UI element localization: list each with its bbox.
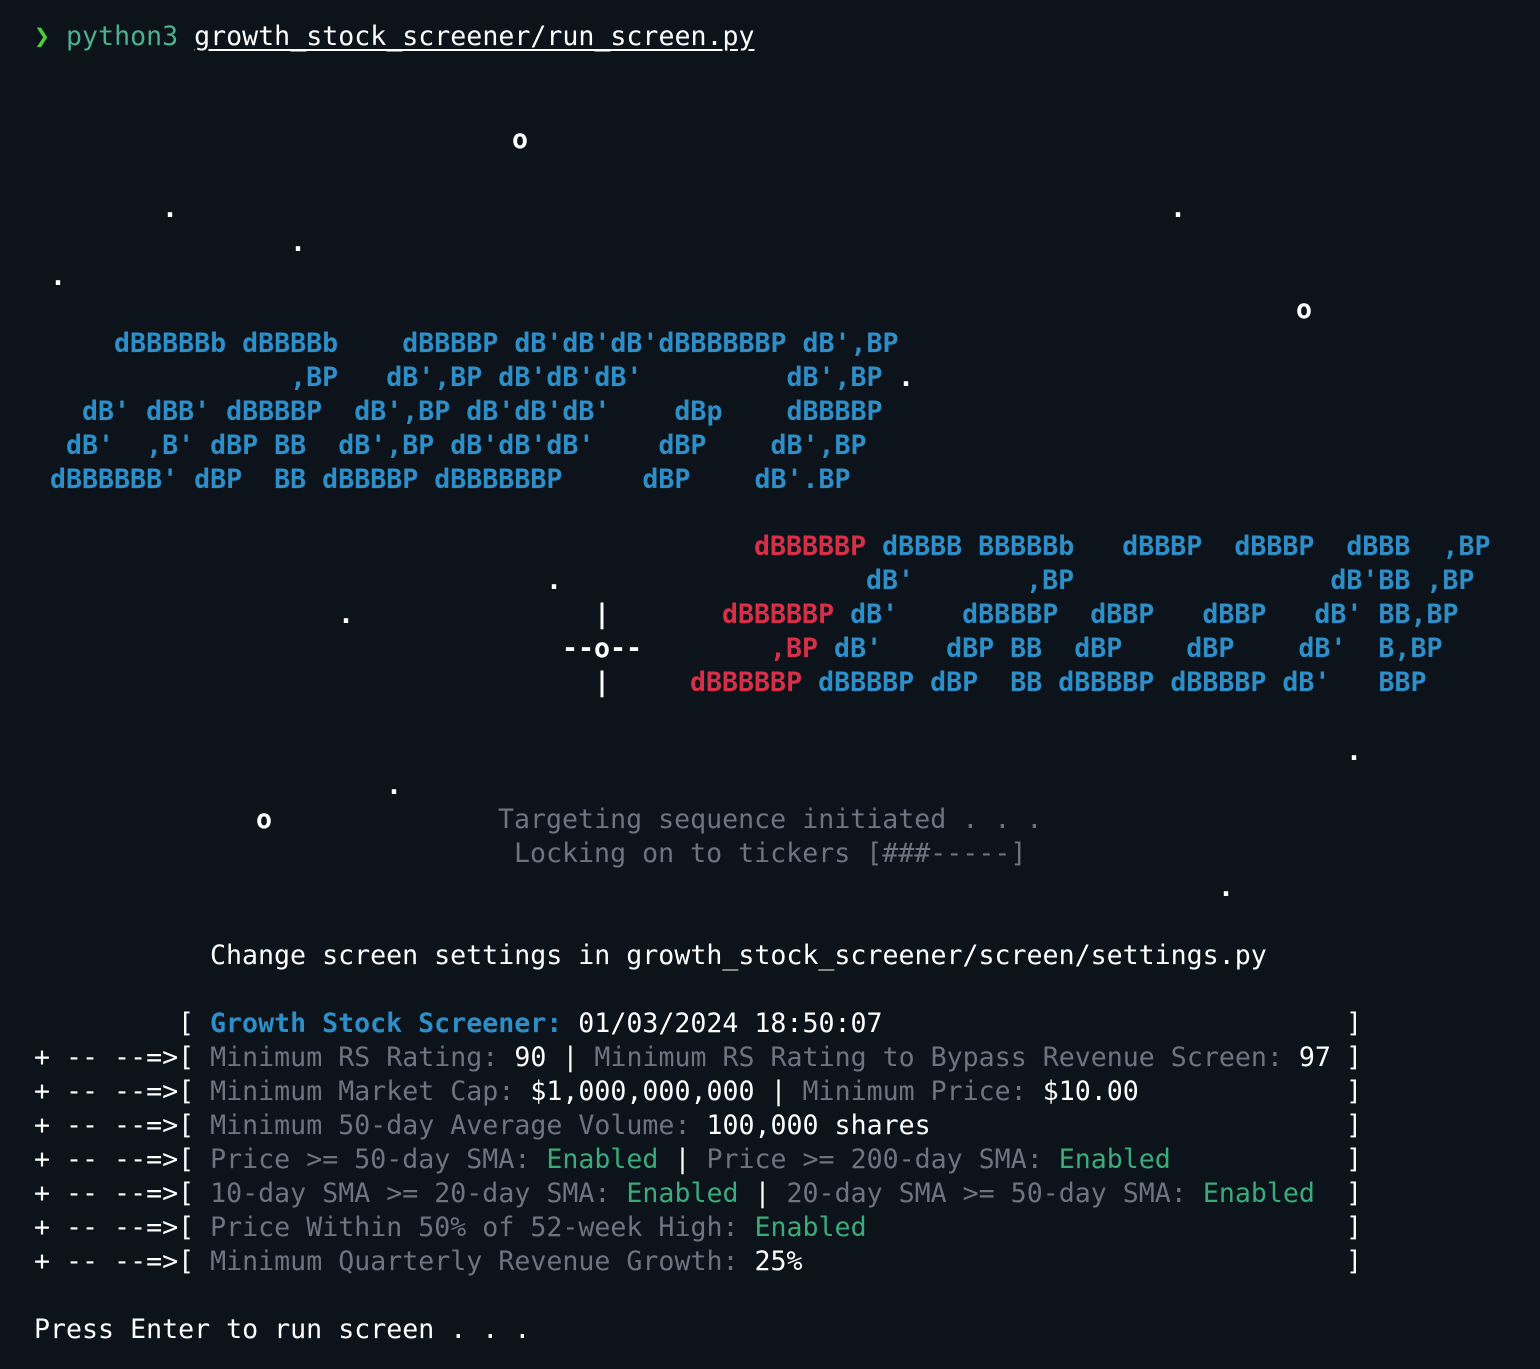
settings-row: + -- --=>[ Price >= 50-day SMA: Enabled … [34,1143,1171,1177]
settings-row: + -- --=>[ Minimum Quarterly Revenue Gro… [34,1245,803,1279]
screener-art-blue: dBBBBP dBP BB dBBBBP dBBBBP dB' BBP [802,667,1427,698]
row-arrow-prefix: + -- --=>[ [34,1042,211,1073]
row-arrow-prefix: + -- --=>[ [34,1246,211,1277]
setting-label: Minimum 50-day Average Volume: [210,1110,707,1141]
screener-art-red: dBBBBBP [722,599,835,630]
setting-label: Minimum Price: [802,1076,1043,1107]
screener-art-line: dBBBBBP dBBBB BBBBBb dBBBP dBBBP dBBB ,B… [754,530,1491,564]
screener-art-red: dBBBBBP [690,667,803,698]
growth-art-line: ,BP dB',BP dB'dB'dB' dB',BP [50,362,883,393]
setting-value: | [546,1042,595,1073]
star-dot-10: . [1218,872,1235,903]
setting-label: Price >= 200-day SMA: [706,1144,1059,1175]
row-arrow-prefix: + -- --=>[ [34,1144,211,1175]
row-arrow-prefix: + -- --=>[ [34,1178,211,1209]
setting-value: 97 [1298,1042,1331,1073]
setting-value: 100,000 shares [706,1110,931,1141]
row-close-bracket: ] [1346,1042,1363,1073]
star-dot-5: . [898,362,915,393]
screener-art-blue: dB' dBBBBP dBBP dBBP dB' BB,BP [834,599,1459,630]
growth-art-line: dBBBBBB' dBP BB dBBBBP dBBBBBBP dBP dB'.… [50,464,851,495]
star-o-3: o [256,804,273,835]
terminal-window: ❯ python3 growth_stock_screener/run_scre… [0,0,1540,1369]
row-close-bracket: ] [1346,1212,1363,1243]
setting-value: | [754,1076,803,1107]
star-dot-6: . [546,565,563,596]
star-dot-4: . [50,261,67,292]
star-dot-8: . [1346,736,1363,767]
command-line: ❯ python3 growth_stock_screener/run_scre… [34,20,755,54]
setting-label: Minimum RS Rating: [210,1042,515,1073]
setting-status: Enabled [1202,1178,1315,1209]
setting-label: 20-day SMA >= 50-day SMA: [786,1178,1203,1209]
row-arrow-prefix: + -- --=>[ [34,1212,211,1243]
growth-art-line: dB' dBB' dBBBBP dB',BP dB'dB'dB' dBp dBB… [50,396,883,427]
setting-label: Minimum Market Cap: [210,1076,531,1107]
panel-title-close: ] [1346,1008,1363,1039]
setting-value: $1,000,000,000 [530,1076,755,1107]
settings-row: + -- --=>[ 10-day SMA >= 20-day SMA: Ena… [34,1177,1315,1211]
screener-art-blue: dB' ,BP dB'BB ,BP [866,565,1475,596]
star-dot-1: . [162,193,179,224]
setting-value: 90 [514,1042,547,1073]
row-close-bracket: ] [1346,1178,1363,1209]
crosshair-top: | [594,599,611,630]
setting-label: Minimum RS Rating to Bypass Revenue Scre… [594,1042,1299,1073]
screener-art-red: dBBBBBP [754,531,867,562]
screener-art-red: ,BP [770,633,819,664]
row-close-bracket: ] [1346,1076,1363,1107]
settings-row: + -- --=>[ Minimum Market Cap: $1,000,00… [34,1075,1139,1109]
star-o-1: o [512,124,529,155]
crosshair-bottom: | [594,667,611,698]
setting-value: | [738,1178,787,1209]
settings-row: + -- --=>[ Minimum RS Rating: 90 | Minim… [34,1041,1331,1075]
setting-status: Enabled [1058,1144,1171,1175]
setting-label: Minimum Quarterly Revenue Growth: [210,1246,755,1277]
growth-art-line: dBBBBBb dBBBBb dBBBBP dB'dB'dB'dBBBBBBP … [50,328,899,359]
growth-art-line: dB' ,B' dBP BB dB',BP dB'dB'dB' dBP dB',… [50,430,867,461]
star-dot-7: . [338,599,355,630]
screener-art-line: dBBBBBP dB' dBBBBP dBBP dBBP dB' BB,BP [722,598,1459,632]
star-dot-2: . [1170,193,1187,224]
setting-label: 10-day SMA >= 20-day SMA: [210,1178,627,1209]
prompt-symbol: ❯ [34,21,51,52]
command-name: python3 [66,21,179,52]
crosshair-mid: --o-- [562,633,643,664]
settings-hint: Change screen settings in growth_stock_s… [210,940,1267,971]
screener-art-blue: dBBBB BBBBBb dBBBP dBBBP dBBB ,BP [866,531,1491,562]
row-close-bracket: ] [1346,1144,1363,1175]
panel-title: Growth Stock Screener: [210,1008,563,1039]
setting-status: Enabled [754,1212,867,1243]
panel-timestamp: 01/03/2024 18:50:07 [578,1008,883,1039]
screener-art-line: dBBBBBP dBBBBP dBP BB dBBBBP dBBBBP dB' … [690,666,1427,700]
settings-row: + -- --=>[ Price Within 50% of 52-week H… [34,1211,867,1245]
star-dot-9: . [386,770,403,801]
screener-art-line: ,BP dB' dBP BB dBP dBP dB' B,BP [770,632,1442,666]
setting-label: Price Within 50% of 52-week High: [210,1212,755,1243]
setting-value: 25% [754,1246,803,1277]
screener-art-line: dB' ,BP dB'BB ,BP [866,564,1474,598]
star-o-2: o [1296,294,1313,325]
row-arrow-prefix: + -- --=>[ [34,1076,211,1107]
setting-status: Enabled [626,1178,739,1209]
script-path[interactable]: growth_stock_screener/run_screen.py [194,21,754,52]
panel-title-row: [ Growth Stock Screener: 01/03/2024 18:5… [178,1008,883,1039]
setting-value: $10.00 [1042,1076,1139,1107]
locking-status: Locking on to tickers [###-----] [514,838,1027,869]
star-dot-3: . [290,227,307,258]
setting-label: Price >= 50-day SMA: [210,1144,547,1175]
targeting-status: Targeting sequence initiated . . . [498,804,1043,835]
setting-status: Enabled [546,1144,659,1175]
row-close-bracket: ] [1346,1110,1363,1141]
settings-row: + -- --=>[ Minimum 50-day Average Volume… [34,1109,931,1143]
screener-art-blue: dB' dBP BB dBP dBP dB' B,BP [818,633,1443,664]
footer-prompt: Press Enter to run screen . . . [34,1314,531,1345]
row-arrow-prefix: + -- --=>[ [34,1110,211,1141]
row-close-bracket: ] [1346,1246,1363,1277]
setting-value: | [658,1144,707,1175]
